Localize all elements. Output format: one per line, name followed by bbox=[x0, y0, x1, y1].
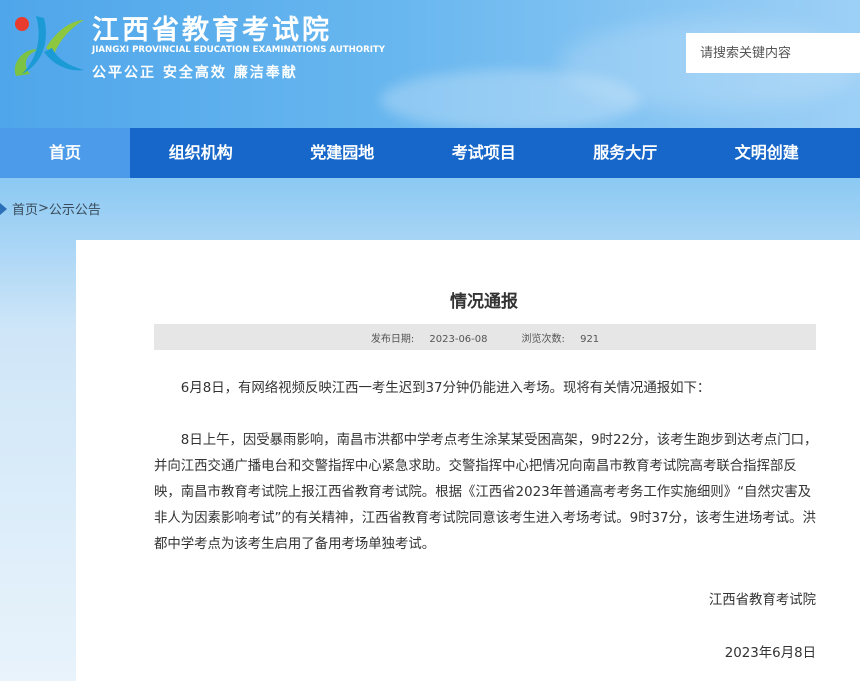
nav-item-party-building[interactable]: 党建园地 bbox=[272, 128, 414, 178]
article-title: 情况通报 bbox=[450, 292, 518, 312]
article-paragraph: 6月8日，有网络视频反映江西一考生迟到37分钟仍能进入考场。现将有关情况通报如下… bbox=[180, 381, 711, 396]
site-title: 江西省教育考试院 bbox=[92, 15, 332, 46]
article-date: 2023年6月8日 bbox=[724, 646, 816, 661]
article-paragraph: 8日上午，因受暴雨影响，南昌市洪都中学考点考生涂某某受困高架，9时22分，该考生… bbox=[154, 433, 818, 552]
article-body: 6月8日，有网络视频反映江西一考生迟到37分钟仍能进入考场。现将有关情况通报如下… bbox=[154, 376, 818, 558]
breadcrumb: 首页 > 公示公告 bbox=[0, 199, 101, 218]
view-count-value: 921 bbox=[580, 333, 600, 345]
site-slogan: 公平公正 安全高效 廉洁奉献 bbox=[92, 65, 298, 81]
jx-logo-icon[interactable] bbox=[8, 6, 86, 84]
nav-item-civilization[interactable]: 文明创建 bbox=[696, 128, 838, 178]
main-nav: 首页 组织机构 党建园地 考试项目 服务大厅 文明创建 bbox=[0, 128, 860, 178]
home-marker-icon bbox=[0, 202, 7, 215]
view-count-info: 浏览次数: 921 bbox=[522, 330, 600, 345]
publish-date-info: 发布日期: 2023-06-08 bbox=[371, 330, 488, 345]
nav-item-organization[interactable]: 组织机构 bbox=[130, 128, 272, 178]
site-title-english: JIANGXI PROVINCIAL EDUCATION EXAMINATION… bbox=[92, 45, 386, 55]
article-panel: 情况通报 发布日期: 2023-06-08 浏览次数: 921 6月8日，有网络… bbox=[76, 240, 860, 681]
publish-date-label: 发布日期: bbox=[370, 333, 415, 345]
breadcrumb-separator: > bbox=[38, 201, 49, 216]
nav-item-exams[interactable]: 考试项目 bbox=[413, 128, 555, 178]
breadcrumb-home-link[interactable]: 首页 bbox=[12, 199, 38, 218]
article-meta: 发布日期: 2023-06-08 浏览次数: 921 bbox=[154, 324, 816, 350]
view-count-label: 浏览次数: bbox=[521, 333, 565, 345]
breadcrumb-current-link[interactable]: 公示公告 bbox=[49, 199, 101, 218]
publish-date-value: 2023-06-08 bbox=[429, 333, 488, 345]
nav-item-service-hall[interactable]: 服务大厅 bbox=[555, 128, 697, 178]
nav-item-home[interactable]: 首页 bbox=[0, 128, 130, 178]
article-signature: 江西省教育考试院 bbox=[708, 593, 816, 608]
site-header: 江西省教育考试院 JIANGXI PROVINCIAL EDUCATION EX… bbox=[0, 0, 860, 128]
search-input[interactable] bbox=[686, 33, 860, 73]
